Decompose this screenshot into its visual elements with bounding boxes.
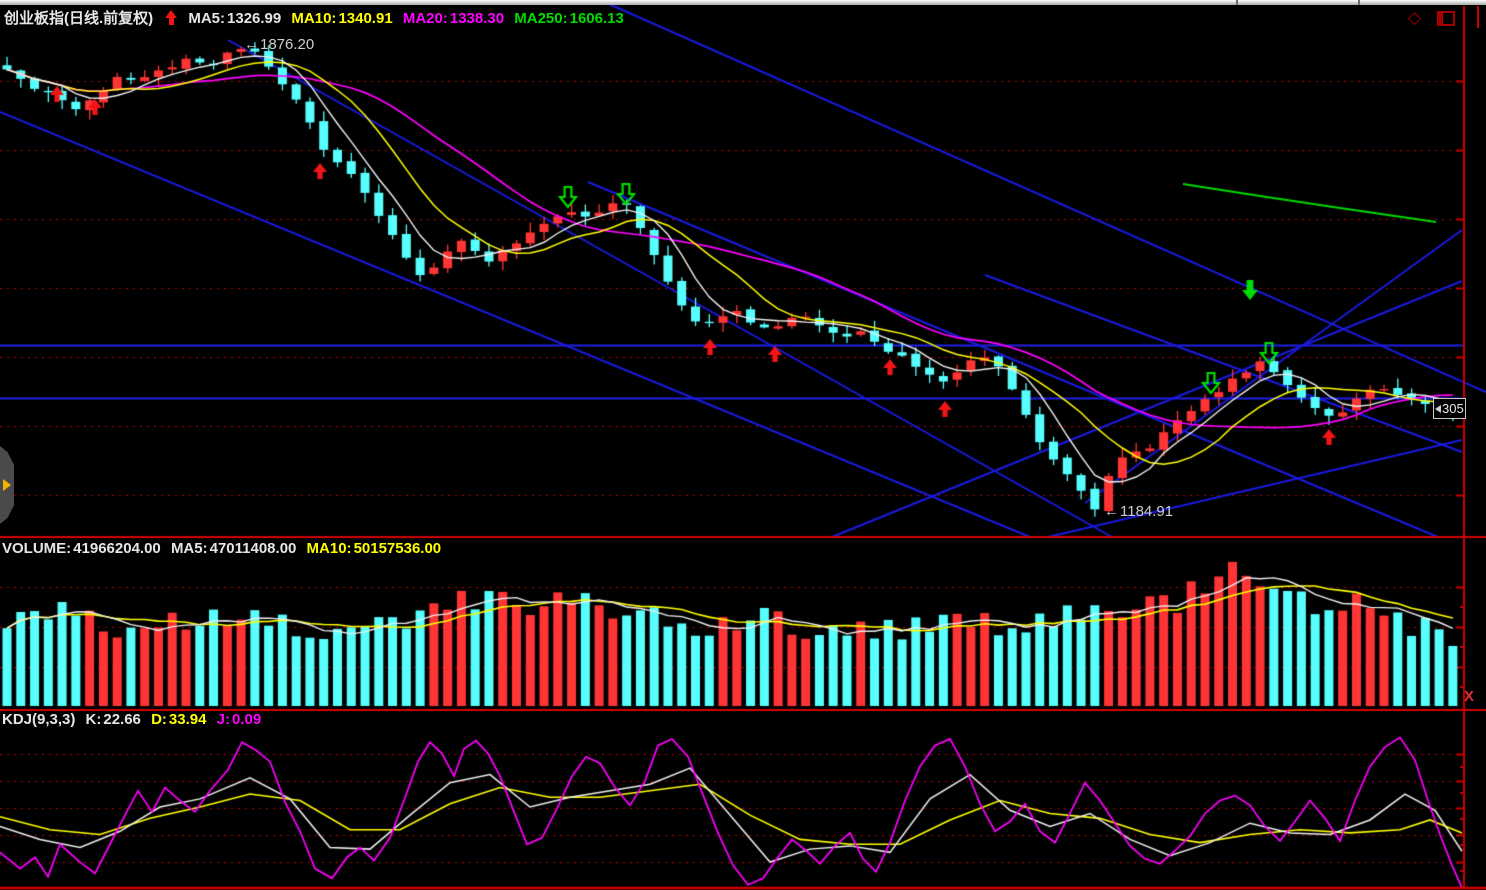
price-pane-header: 创业板指(日线.前复权) MA5: 1326.99 MA10: 1340.91 MA…	[4, 7, 630, 28]
kdj-d-label: D:	[151, 711, 167, 728]
kdj-pane-header: KDJ(9,3,3) K: 22.66 D: 33.94 J: 0.09	[2, 711, 267, 728]
split-window-icon[interactable]	[1437, 11, 1455, 26]
ma5-label: MA5:	[188, 10, 226, 27]
instrument-title: 创业板指(日线.前复权)	[4, 10, 154, 27]
kdj-d-value: 33.94	[168, 711, 207, 728]
ma20-value: 1338.30	[449, 10, 505, 27]
split-window-pane	[1439, 13, 1443, 24]
scrollbar-notch	[1358, 0, 1360, 5]
last-price-tag: 305	[1433, 398, 1466, 419]
ma10-value: 1340.91	[338, 10, 393, 27]
up-arrow-icon	[165, 10, 178, 25]
vol-ma5-label: MA5:	[170, 540, 208, 557]
kdj-k-label: K:	[85, 711, 102, 728]
kdj-j-label: J:	[216, 711, 230, 728]
ma5-value: 1326.99	[227, 10, 282, 27]
left-pointer-icon: ←	[244, 36, 259, 53]
left-pointer-icon	[1435, 404, 1441, 413]
ma250-value: 1606.13	[569, 10, 624, 27]
expand-right-icon	[3, 479, 11, 491]
kdj-j-value: 0.09	[231, 711, 262, 728]
diamond-icon[interactable]: ◇	[1408, 9, 1421, 26]
scrollbar-notch	[1236, 0, 1238, 5]
high-price-label: ←1876.20	[244, 36, 315, 53]
volume-value: 41966204.00	[73, 540, 161, 557]
ma10-label: MA10:	[291, 10, 337, 27]
volume-label: VOLUME:	[2, 540, 72, 557]
left-pointer-icon: ←	[1104, 503, 1119, 520]
ma250-label: MA250:	[514, 10, 568, 27]
vol-ma10-label: MA10:	[306, 540, 352, 557]
top-scrollbar[interactable]	[0, 0, 1486, 5]
volume-pane-header: VOLUME: 41966204.00 MA5: 47011408.00 MA10:…	[2, 540, 447, 557]
kdj-indicator-label: KDJ(9,3,3)	[2, 711, 76, 728]
ma20-label: MA20:	[402, 10, 448, 27]
kdj-k-value: 22.66	[103, 711, 141, 728]
vol-ma10-value: 50157536.00	[353, 540, 442, 557]
cursor-caret	[1477, 6, 1479, 28]
stock-chart-app: 创业板指(日线.前复权) MA5: 1326.99 MA10: 1340.91 MA…	[0, 0, 1486, 890]
vol-ma5-value: 47011408.00	[209, 540, 297, 557]
low-price-label: ←1184.91	[1104, 503, 1174, 520]
pane-x-button[interactable]: X	[1464, 688, 1474, 705]
chart-canvas[interactable]	[0, 0, 1486, 890]
